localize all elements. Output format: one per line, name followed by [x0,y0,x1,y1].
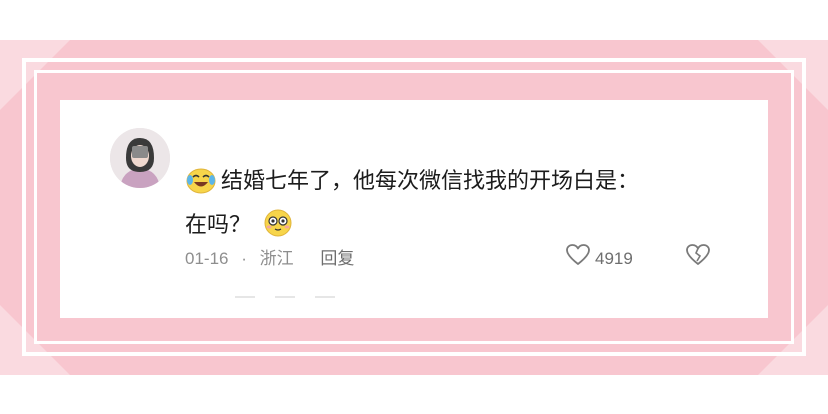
faint-divider [235,296,385,300]
like-count: 4919 [595,249,633,268]
comment-date: 01-16 [185,249,229,268]
comment-location: 浙江 [259,249,294,268]
comment-meta: 01-16 · 浙江 回复 4919 [185,243,745,275]
comment-text: 结婚七年了，他每次微信找我的开场白是： 在吗？ [185,162,745,250]
comment-line-2: 在吗？ [185,212,252,237]
meta-separator: · [241,249,247,268]
broken-heart-icon [685,243,711,275]
heart-outline-icon [565,243,591,275]
comment-card: 结婚七年了，他每次微信找我的开场白是： 在吗？ 01-16 · 浙江 回复 49… [60,100,768,318]
dislike-button[interactable] [685,243,711,275]
like-button[interactable]: 4919 [565,243,633,275]
avatar[interactable] [110,128,170,188]
laughing-crying-emoji-icon [185,166,217,206]
comment-line-1: 结婚七年了，他每次微信找我的开场白是： [221,168,640,193]
reply-button[interactable]: 回复 [320,246,354,272]
dazed-smiley-emoji-icon [263,208,293,250]
